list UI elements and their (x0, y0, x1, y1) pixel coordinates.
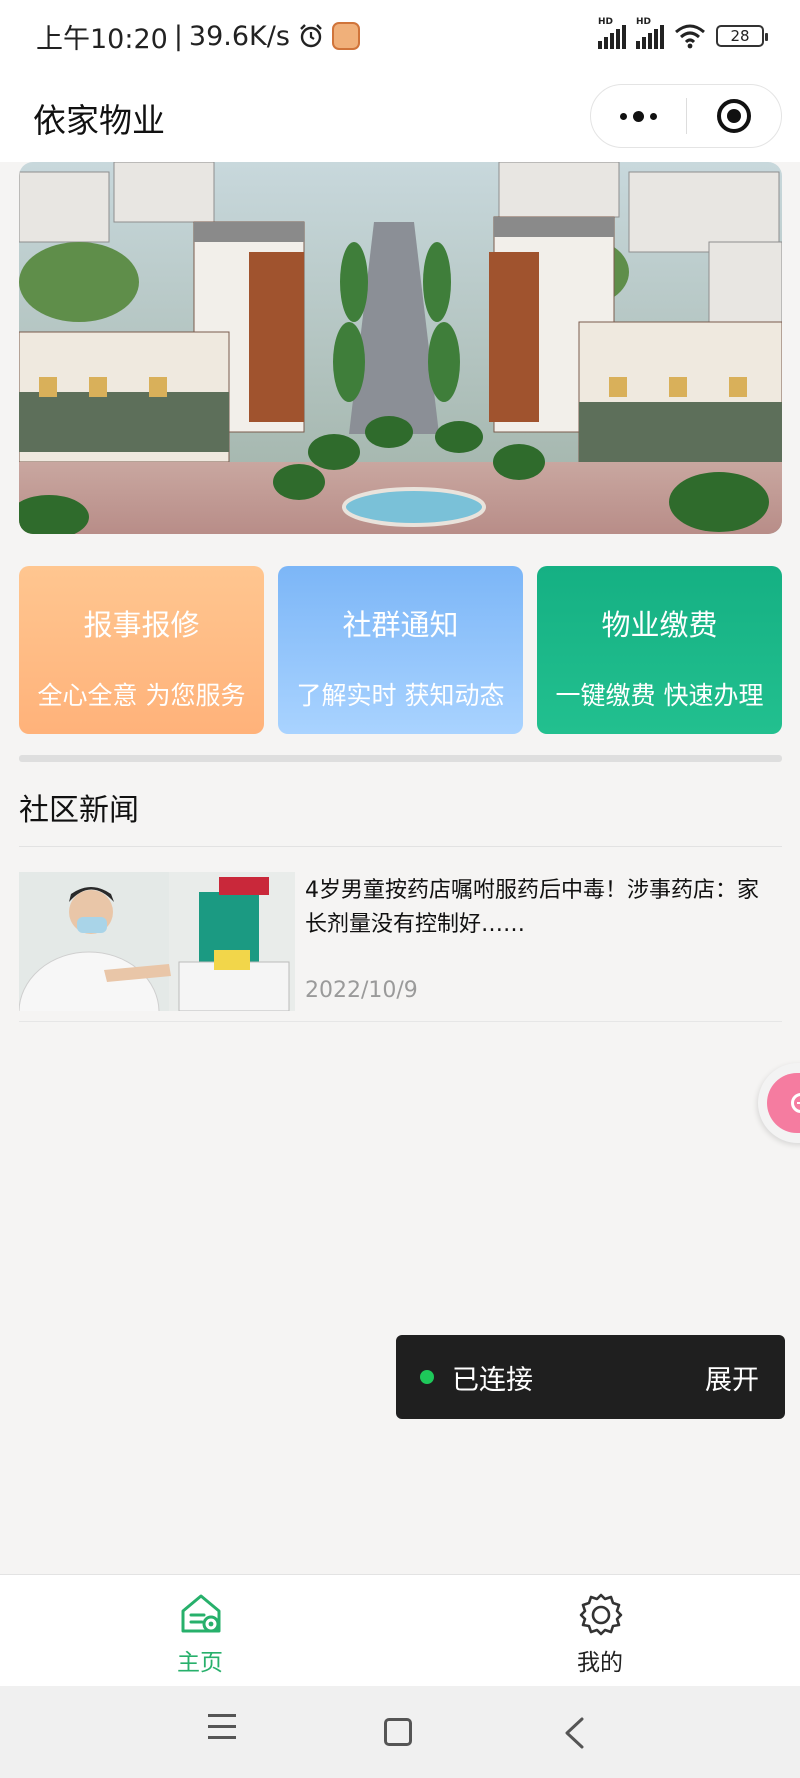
card-title: 社群通知 (342, 608, 459, 642)
tab-label: 我的 (577, 1650, 623, 1676)
more-icon (633, 110, 644, 122)
expand-button[interactable]: 展开 (705, 1358, 759, 1397)
system-navigation-bar (0, 1686, 800, 1778)
more-button[interactable] (591, 110, 686, 122)
connected-indicator-icon (420, 1370, 434, 1384)
news-divider (19, 846, 782, 847)
more-icon (620, 112, 627, 120)
system-home-button[interactable] (384, 1718, 412, 1746)
community-aerial-image (19, 162, 782, 534)
card-title: 物业缴费 (601, 608, 718, 642)
app-notification-icon (331, 22, 360, 50)
add-circle-icon (791, 1093, 800, 1113)
repair-report-card[interactable]: 报事报修 全心全意 为您服务 (19, 566, 264, 734)
status-left: 上午10:20 | 39.6K/s (36, 17, 360, 56)
tab-home[interactable]: 主页 (0, 1575, 400, 1687)
system-back-button[interactable] (562, 1716, 586, 1754)
status-bar: 上午10:20 | 39.6K/s HD HD 28 (0, 0, 800, 72)
floating-add-button[interactable] (758, 1063, 800, 1143)
pharmacy-photo (19, 872, 295, 1011)
close-button[interactable] (687, 99, 781, 133)
section-divider (19, 755, 782, 762)
card-title: 报事报修 (83, 608, 200, 642)
news-divider (19, 1021, 782, 1022)
status-network-speed: 39.6K/s (188, 20, 290, 52)
close-miniprogram-icon (717, 99, 751, 133)
status-separator: | (173, 20, 183, 52)
status-time: 上午10:20 (36, 23, 168, 55)
card-subtitle: 全心全意 为您服务 (37, 681, 246, 710)
battery-level: 28 (730, 27, 750, 45)
connection-status-label: 已连接 (452, 1364, 533, 1396)
news-thumbnail (19, 872, 295, 1011)
signal-icon: HD (636, 17, 664, 49)
status-right: HD HD 28 (598, 17, 768, 49)
floating-add-inner (767, 1073, 800, 1133)
more-icon (650, 112, 657, 120)
bottom-tab-bar: 主页 我的 (0, 1574, 800, 1686)
feature-cards: 报事报修 全心全意 为您服务 社群通知 了解实时 获知动态 物业缴费 一键缴费 … (19, 566, 782, 734)
back-arrow-icon (565, 1717, 584, 1749)
news-list-item[interactable]: 4岁男童按药店嘱咐服药后中毒！涉事药店：家长剂量没有控制好…… 2022/10/… (19, 872, 782, 1012)
recent-apps-button[interactable] (208, 1714, 236, 1747)
home-icon (181, 1594, 221, 1633)
news-date: 2022/10/9 (305, 978, 418, 1003)
tab-mine[interactable]: 我的 (400, 1575, 800, 1687)
tab-label: 主页 (177, 1650, 223, 1676)
battery-icon: 28 (716, 25, 768, 47)
news-section-title: 社区新闻 (19, 793, 139, 828)
miniprogram-capsule (590, 84, 782, 148)
connection-status-bar: 已连接 展开 (396, 1335, 785, 1419)
community-notice-card[interactable]: 社群通知 了解实时 获知动态 (278, 566, 523, 734)
news-title: 4岁男童按药店嘱咐服药后中毒！涉事药店：家长剂量没有控制好…… (305, 878, 759, 937)
nav-bar: 依家物业 (0, 72, 800, 162)
alarm-icon (300, 24, 322, 48)
property-fee-card[interactable]: 物业缴费 一键缴费 快速办理 (537, 566, 782, 734)
hd-label: HD (598, 17, 614, 27)
community-banner[interactable] (19, 162, 782, 534)
settings-icon (579, 1593, 623, 1636)
signal-icon: HD (598, 17, 626, 49)
card-subtitle: 了解实时 获知动态 (296, 681, 505, 710)
hd-label: HD (636, 17, 652, 27)
wifi-icon (675, 24, 705, 49)
card-subtitle: 一键缴费 快速办理 (555, 681, 764, 710)
page-title: 依家物业 (33, 101, 165, 140)
